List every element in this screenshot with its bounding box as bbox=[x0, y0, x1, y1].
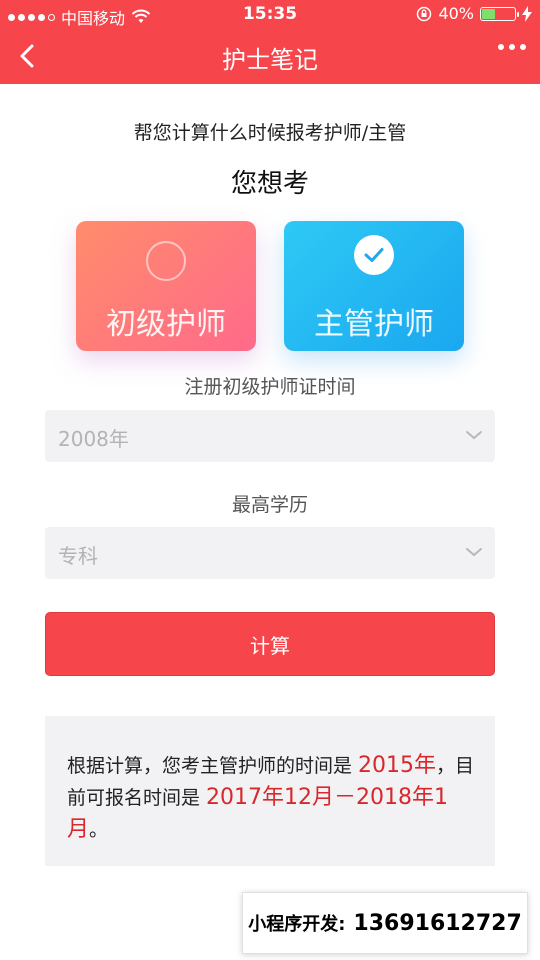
option-junior-nurse[interactable]: 初级护师 bbox=[76, 221, 256, 351]
checkmark-icon bbox=[354, 235, 394, 275]
cert-time-value: 2008年 bbox=[58, 427, 129, 451]
chevron-down-icon bbox=[466, 431, 482, 440]
page-title: 护士笔记 bbox=[222, 46, 318, 74]
watermark-label: 小程序开发: bbox=[248, 914, 346, 935]
intro-subtitle: 帮您计算什么时候报考护师/主管 bbox=[133, 122, 407, 144]
battery-fill bbox=[482, 8, 495, 19]
developer-contact-overlay: 小程序开发: 13691612727 bbox=[242, 892, 528, 954]
rotation-lock-icon bbox=[417, 6, 432, 21]
result-panel: 根据计算，您考主管护师的时间是 2015年，目前可报名时间是 2017年12月－… bbox=[45, 716, 495, 866]
intro-question: 您想考 bbox=[230, 169, 309, 199]
option-supervising-nurse[interactable]: 主管护师 bbox=[284, 221, 464, 351]
nav-bar: 护士笔记 bbox=[0, 28, 540, 84]
result-part3: 。 bbox=[89, 819, 109, 841]
radio-unchecked-icon bbox=[146, 241, 186, 281]
result-text: 根据计算，您考主管护师的时间是 2015年，目前可报名时间是 2017年12月－… bbox=[67, 750, 481, 846]
option-label: 主管护师 bbox=[314, 307, 434, 342]
status-bar: 中国移动 15:35 40% bbox=[0, 0, 540, 28]
more-dots-icon[interactable] bbox=[498, 44, 526, 50]
education-value: 专科 bbox=[58, 544, 98, 568]
chevron-down-icon bbox=[466, 548, 482, 557]
watermark-phone: 13691612727 bbox=[353, 910, 522, 936]
status-right: 40% bbox=[416, 4, 532, 23]
option-label: 初级护师 bbox=[106, 307, 226, 342]
cert-time-select[interactable]: 2008年 bbox=[45, 410, 495, 462]
education-select[interactable]: 专科 bbox=[45, 527, 495, 579]
calculate-button[interactable]: 计算 bbox=[45, 612, 495, 676]
battery-icon bbox=[480, 6, 519, 21]
result-part1: 根据计算，您考主管护师的时间是 bbox=[67, 755, 359, 777]
result-exam-year: 2015年 bbox=[358, 753, 437, 778]
battery-percent: 40% bbox=[438, 4, 474, 23]
cert-time-label: 注册初级护师证时间 bbox=[184, 376, 356, 398]
education-label: 最高学历 bbox=[231, 494, 308, 516]
charging-icon bbox=[522, 5, 532, 22]
